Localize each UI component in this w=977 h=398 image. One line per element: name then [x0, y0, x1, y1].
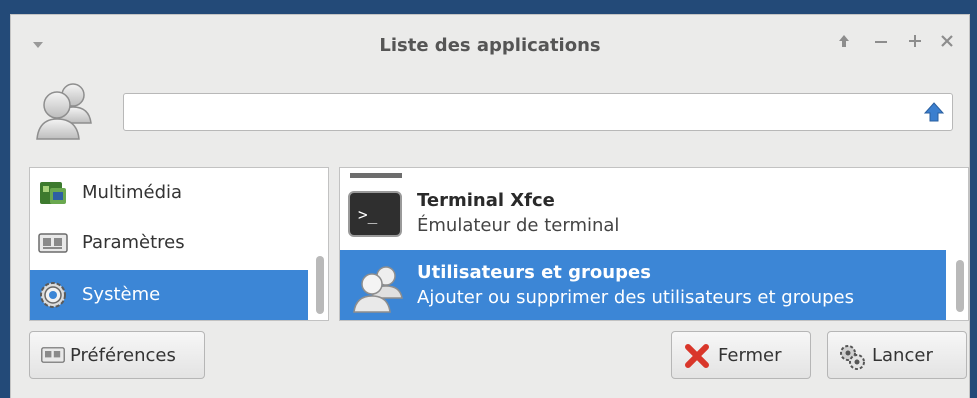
search-input[interactable] — [124, 94, 924, 128]
close-button[interactable]: Fermer — [671, 331, 811, 379]
maximize-icon[interactable] — [907, 33, 923, 54]
keep-above-icon[interactable] — [837, 33, 851, 54]
list-item-terminal[interactable]: >_ Terminal Xfce Émulateur de terminal — [340, 178, 946, 248]
app-finder-window: Liste des applications Multimédia Paramè… — [10, 14, 970, 398]
preferences-label: Préférences — [70, 345, 176, 366]
category-item-settings[interactable]: Paramètres — [30, 218, 308, 268]
users-avatar-icon — [29, 77, 99, 147]
category-item-system[interactable]: Système — [30, 270, 308, 320]
close-x-icon — [684, 343, 710, 374]
go-up-icon[interactable] — [923, 102, 945, 126]
minimize-icon[interactable] — [873, 33, 889, 54]
app-name: Terminal Xfce — [417, 190, 555, 211]
application-list[interactable]: >_ Terminal Xfce Émulateur de terminal U… — [339, 167, 969, 321]
close-icon[interactable] — [939, 33, 955, 54]
app-description: Émulateur de terminal — [417, 215, 620, 236]
category-list[interactable]: Multimédia Paramètres Système — [29, 167, 329, 321]
titlebar: Liste des applications — [11, 15, 969, 79]
launch-gears-icon — [838, 343, 866, 376]
system-gear-icon — [38, 280, 68, 315]
application-scrollbar[interactable] — [956, 260, 964, 312]
launch-label: Lancer — [872, 345, 933, 366]
launch-button[interactable]: Lancer — [827, 331, 967, 379]
multimedia-icon — [38, 178, 68, 213]
category-label: Multimédia — [82, 182, 183, 203]
settings-icon — [38, 228, 68, 263]
window-title: Liste des applications — [379, 35, 601, 56]
terminal-icon: >_ — [348, 190, 402, 242]
users-icon — [348, 262, 408, 320]
search-field[interactable] — [123, 93, 953, 131]
list-item-users-groups[interactable]: Utilisateurs et groupes Ajouter ou suppr… — [340, 250, 946, 320]
category-scrollbar[interactable] — [316, 256, 324, 314]
preferences-button[interactable]: Préférences — [29, 331, 205, 379]
close-label: Fermer — [718, 345, 782, 366]
app-name: Utilisateurs et groupes — [417, 262, 651, 283]
svg-text:>_: >_ — [358, 205, 378, 224]
category-label: Paramètres — [82, 232, 185, 253]
app-description: Ajouter ou supprimer des utilisateurs et… — [417, 287, 855, 308]
category-label: Système — [82, 284, 161, 305]
list-item-partial — [340, 168, 946, 178]
preferences-icon — [40, 343, 66, 372]
category-item-multimedia[interactable]: Multimédia — [30, 168, 308, 218]
